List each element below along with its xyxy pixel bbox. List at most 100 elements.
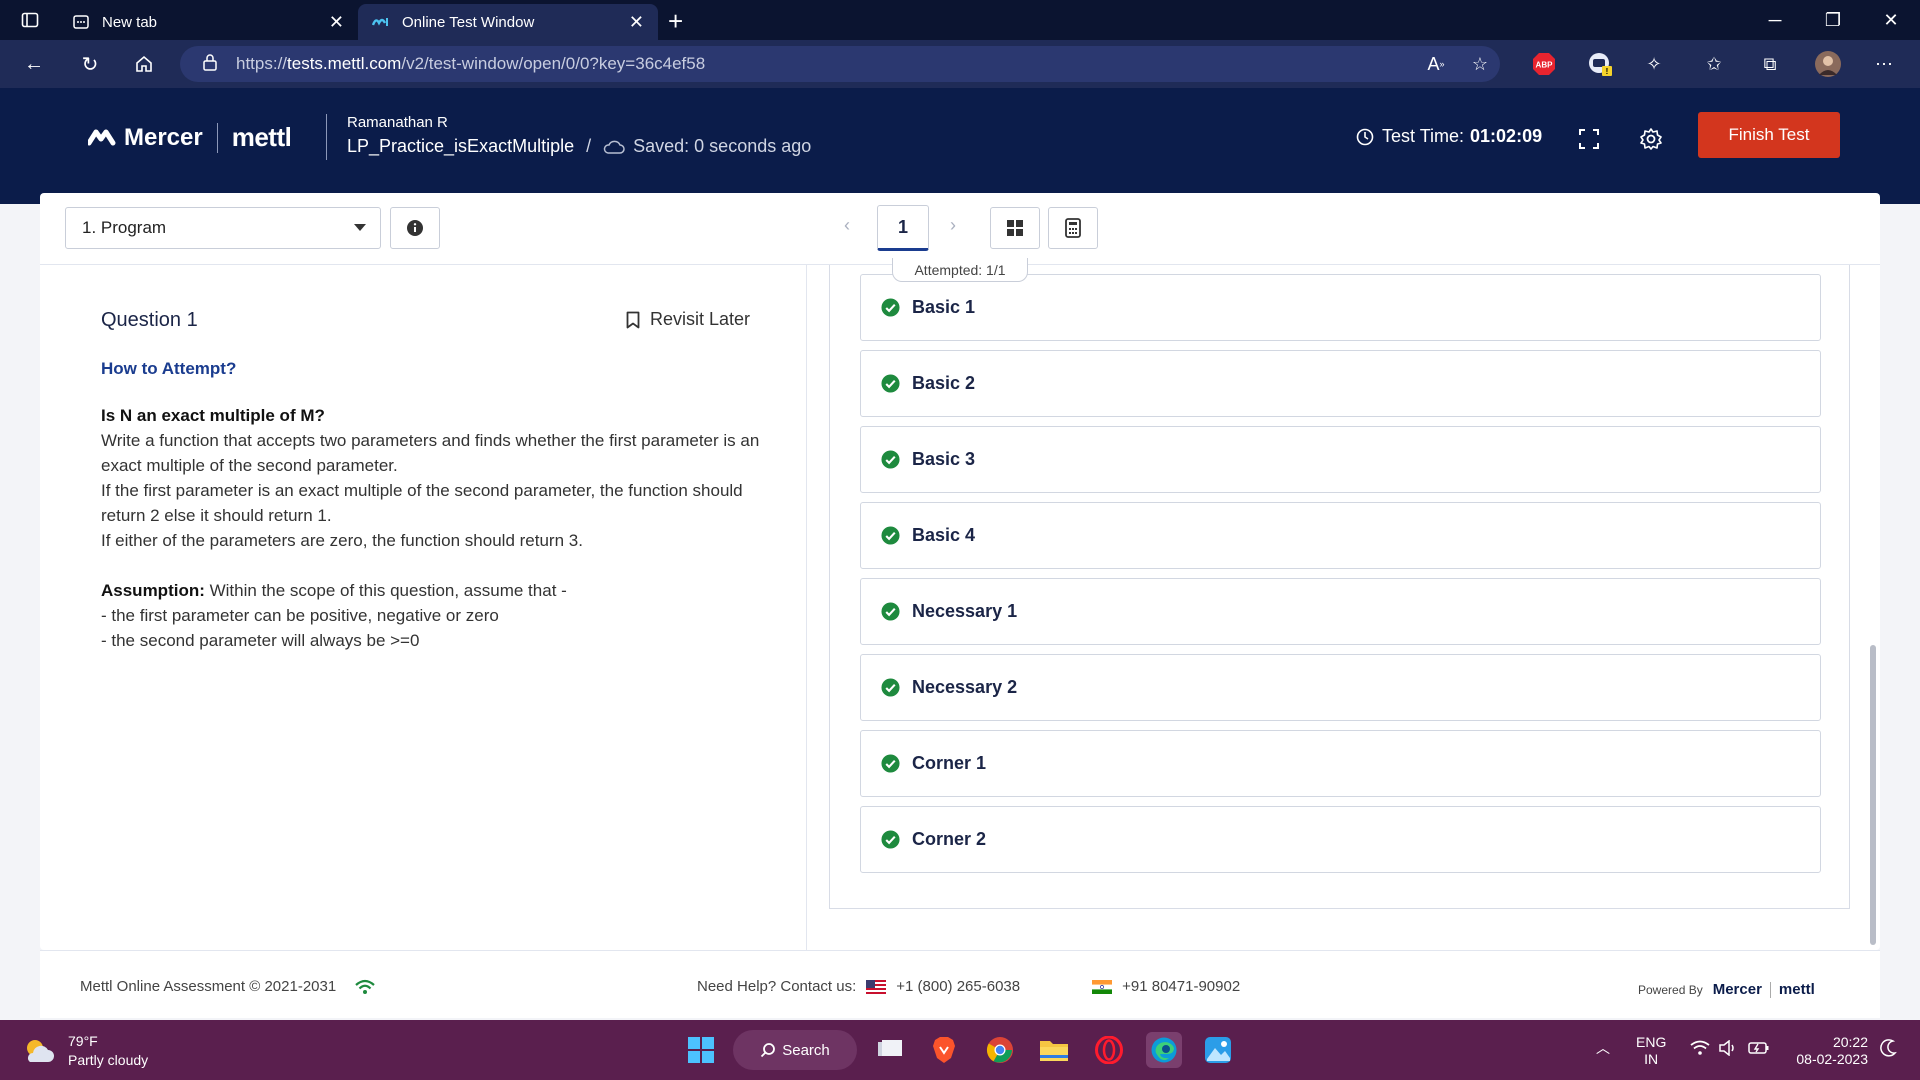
test-case-row[interactable]: Basic 3 [860,426,1821,493]
cloud-saved-icon [603,140,625,154]
test-case-row[interactable]: Basic 2 [860,350,1821,417]
search-icon [761,1043,776,1058]
test-case-row[interactable]: Necessary 2 [860,654,1821,721]
question-grid-button[interactable] [990,207,1040,249]
browser-tab-bar: New tab ✕ Online Test Window ✕ + ─ ❐ ✕ [0,0,1920,40]
address-bar: ← ↻ https://tests.mettl.com/v2/test-wind… [0,40,1920,88]
test-case-label: Basic 4 [912,525,976,545]
calculator-button[interactable] [1048,207,1098,249]
more-menu-icon[interactable]: ⋯ [1870,50,1898,78]
question-line: Write a function that accepts two parame… [101,431,760,475]
assumption-line: Assumption: Within the scope of this que… [101,581,567,600]
test-case-row[interactable]: Corner 1 [860,730,1821,797]
test-case-label: Basic 2 [912,373,976,393]
profile-avatar[interactable] [1814,50,1842,78]
tab-label: New tab [102,13,158,31]
finish-test-button[interactable]: Finish Test [1698,112,1840,158]
copilot-extension-icon[interactable]: ! [1586,50,1614,78]
read-aloud-icon[interactable]: A» [1422,50,1450,78]
section-dropdown[interactable]: 1. Program [65,207,381,249]
check-circle-icon [881,754,900,773]
question-number-button[interactable]: 1 [877,205,929,251]
test-panel: 1. Program ‹ 1 › Question 1 Revisit Late… [40,193,1880,950]
battery-icon[interactable] [1748,1040,1770,1060]
show-hidden-icons[interactable]: ︿ [1596,1040,1610,1057]
do-not-disturb-icon[interactable] [1880,1038,1898,1062]
brand-mercer: Mercer [124,123,203,151]
file-explorer-icon[interactable] [1036,1032,1072,1068]
brave-browser-icon[interactable] [926,1032,962,1068]
brand-mettl: mettl [231,122,292,152]
powered-by: Powered By Mercer mettl [1638,981,1815,998]
phone-us[interactable]: +1 (800) 265-6038 [896,978,1020,995]
taskbar-search[interactable]: Search [733,1030,857,1070]
check-circle-icon [881,298,900,317]
app-header: Mercer mettl Ramanathan R LP_Practice_is… [0,88,1920,204]
timer-value: 01:02:09 [1470,126,1543,146]
next-question-icon[interactable]: › [950,215,956,236]
home-icon[interactable] [128,48,160,80]
close-tab-icon[interactable]: ✕ [629,12,644,33]
close-tab-icon[interactable]: ✕ [329,12,344,33]
url-field[interactable]: https://tests.mettl.com/v2/test-window/o… [180,46,1500,82]
candidate-name: Ramanathan R [347,114,448,131]
footer-copyright: Mettl Online Assessment © 2021-2031 [80,978,376,995]
svg-text:!: ! [1606,67,1609,76]
chrome-icon[interactable] [982,1032,1018,1068]
temperature: 79°F [68,1033,98,1049]
tab-new-tab[interactable]: New tab ✕ [58,4,358,40]
tab-actions-icon[interactable] [18,0,42,40]
opera-icon[interactable] [1091,1032,1127,1068]
info-button[interactable] [390,207,440,249]
adblock-plus-icon[interactable]: ABP [1530,50,1558,78]
volume-icon[interactable] [1718,1039,1738,1060]
test-case-label: Corner 2 [912,829,987,849]
weather-condition: Partly cloudy [68,1052,149,1068]
weather-widget[interactable]: 79°F Partly cloudy [22,1032,148,1070]
edge-icon[interactable] [1146,1032,1182,1068]
favorites-icon[interactable]: ✩ [1700,50,1728,78]
test-case-row[interactable]: Basic 1 [860,274,1821,341]
revisit-later-button[interactable]: Revisit Later [626,309,750,330]
lock-icon [202,53,220,76]
new-tab-icon [72,13,90,31]
new-tab-plus-icon[interactable]: + [668,6,683,37]
restore-icon[interactable]: ❐ [1804,0,1862,40]
svg-text:ABP: ABP [1536,61,1554,70]
input-language[interactable]: ENG IN [1636,1034,1666,1068]
add-favorite-icon[interactable]: ☆ [1466,50,1494,78]
clock-icon [1356,128,1374,145]
us-flag-icon [866,979,887,994]
back-arrow-icon[interactable]: ← [18,48,50,80]
minimize-icon[interactable]: ─ [1746,0,1804,40]
windows-start-icon[interactable] [683,1032,719,1068]
os-taskbar: 79°F Partly cloudy Search ︿ ENG IN 20:22 08… [0,1020,1920,1080]
extensions-icon[interactable]: ✧ [1640,50,1668,78]
chevron-down-icon [354,224,366,231]
calculator-icon [1065,218,1081,238]
scrollbar[interactable] [1870,645,1876,945]
collections-icon[interactable]: ⧉ [1756,50,1784,78]
how-to-attempt-link[interactable]: How to Attempt? [101,359,236,379]
refresh-icon[interactable]: ↻ [74,48,106,80]
test-case-row[interactable]: Basic 4 [860,502,1821,569]
test-case-label: Basic 3 [912,449,976,469]
tab-online-test-window[interactable]: Online Test Window ✕ [358,4,658,40]
close-window-icon[interactable]: ✕ [1862,0,1920,40]
wifi-icon[interactable] [1690,1040,1710,1060]
brand-logo: Mercer mettl [88,122,292,153]
question-toolbar: 1. Program ‹ 1 › [40,193,1880,265]
phone-in[interactable]: +91 80471-90902 [1122,978,1240,995]
task-view-icon[interactable] [872,1032,908,1068]
test-case-label: Necessary 1 [912,601,1018,621]
assumption-bullet: - the second parameter will always be >=… [101,631,420,650]
settings-gear-icon[interactable] [1636,124,1666,154]
test-case-row[interactable]: Necessary 1 [860,578,1821,645]
test-name: LP_Practice_isExactMultiple [347,136,575,156]
previous-question-icon[interactable]: ‹ [844,215,850,236]
question-text: Is N an exact multiple of M? Write a fun… [101,403,791,653]
photos-app-icon[interactable] [1200,1032,1236,1068]
fullscreen-icon[interactable] [1574,124,1604,154]
test-case-row[interactable]: Corner 2 [860,806,1821,873]
clock[interactable]: 20:22 08-02-2023 [1786,1034,1868,1068]
